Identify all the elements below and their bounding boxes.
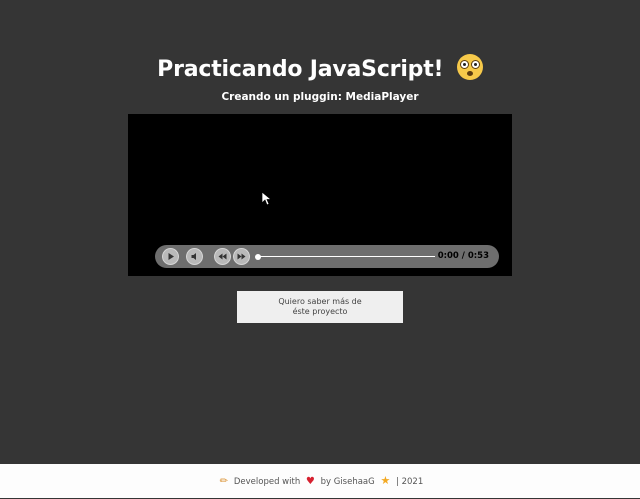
- volume-icon: [191, 253, 196, 260]
- star-icon: ★: [380, 474, 391, 487]
- play-icon: [168, 253, 174, 260]
- mute-button[interactable]: [186, 248, 203, 265]
- rewind-icon: [218, 253, 227, 260]
- fast-forward-button[interactable]: [233, 248, 250, 265]
- project-info-button[interactable]: Quiero saber más de éste proyecto: [237, 291, 403, 323]
- time-display: 0:00 / 0:53: [437, 251, 489, 261]
- play-button[interactable]: [162, 248, 179, 265]
- footer-separator: |: [396, 477, 399, 487]
- project-info-button-line1: Quiero saber más de: [278, 297, 362, 306]
- pencil-icon: ✏: [219, 476, 229, 487]
- footer: ✏ Developed with ♥ by GisehaaG ★ | 2021: [0, 464, 640, 498]
- page-title: Practicando JavaScript!: [0, 54, 640, 82]
- page-subtitle: Creando un pluggin: MediaPlayer: [221, 91, 419, 103]
- heart-icon: ♥: [305, 476, 315, 487]
- project-info-button-line2: éste proyecto: [292, 307, 348, 316]
- video-player[interactable]: 0:00 / 0:53: [128, 114, 512, 276]
- fast-forward-icon: [237, 253, 246, 260]
- rewind-button[interactable]: [214, 248, 231, 265]
- progress-handle[interactable]: [255, 253, 261, 260]
- progress-bar[interactable]: [255, 253, 435, 260]
- player-controls: 0:00 / 0:53: [155, 245, 499, 268]
- page-main: Practicando JavaScript! Creando un plugg…: [0, 0, 640, 464]
- astonished-face-icon: [456, 54, 483, 80]
- footer-developed-with: Developed with: [233, 477, 301, 487]
- footer-year: 2021: [401, 477, 424, 487]
- footer-author: by GisehaaG: [320, 477, 375, 487]
- page-title-text: Practicando JavaScript!: [157, 57, 444, 82]
- mouse-cursor-icon: [262, 192, 272, 206]
